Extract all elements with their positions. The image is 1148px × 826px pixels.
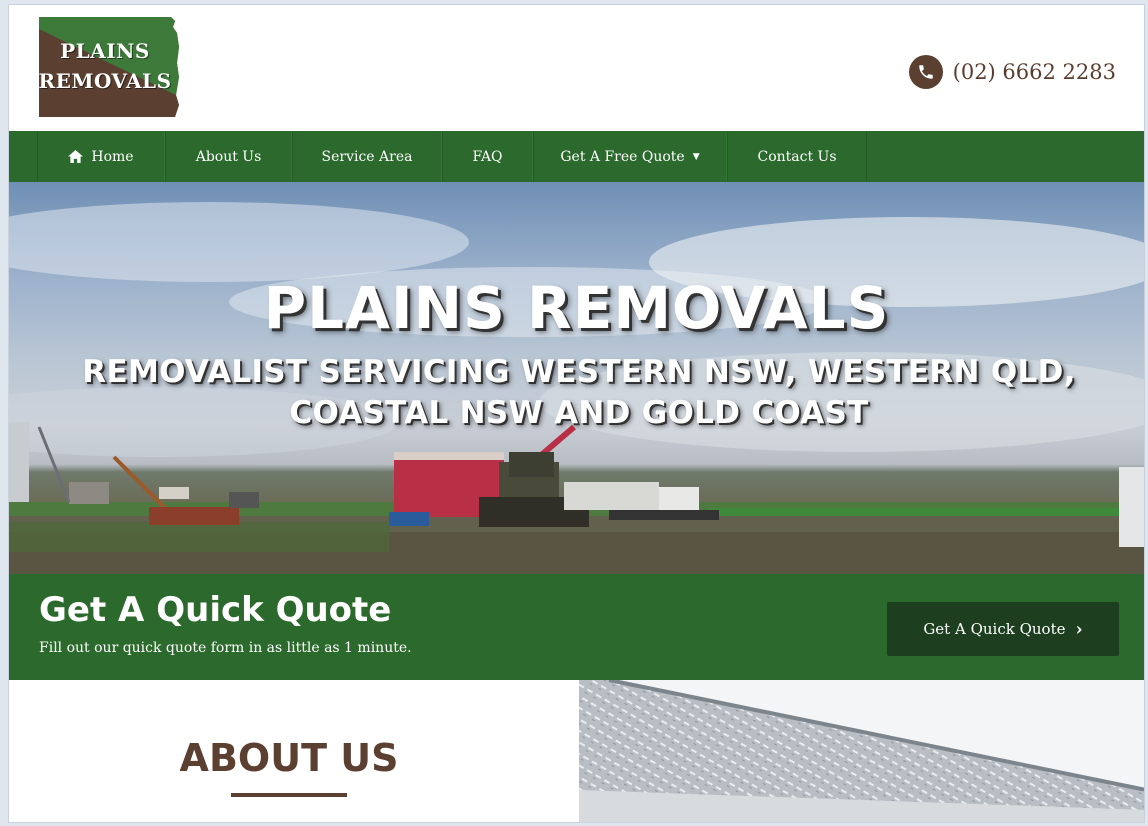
hero-subtitle: REMOVALIST SERVICING WESTERN NSW, WESTER… xyxy=(69,352,1089,434)
phone-icon xyxy=(908,55,943,89)
nav-item-contact-us[interactable]: Contact Us xyxy=(727,131,867,182)
about-image xyxy=(579,680,1144,822)
nav-label-service-area: Service Area xyxy=(321,148,413,165)
nav-item-get-a-free-quote[interactable]: Get A Free Quote ▼ xyxy=(533,131,727,182)
nav-item-home[interactable]: Home xyxy=(37,131,165,182)
hero-subtitle-line1: REMOVALIST SERVICING WESTERN NSW, WESTER… xyxy=(82,354,1076,390)
site-header: PLAINS REMOVALS (02) 6662 2283 xyxy=(9,5,1144,131)
about-section: ABOUT US xyxy=(9,680,579,822)
logo-map-shape xyxy=(39,17,179,117)
hero-title: PLAINS REMOVALS xyxy=(263,274,890,342)
quick-quote-button-label: Get A Quick Quote xyxy=(923,620,1066,638)
home-icon xyxy=(68,150,84,163)
logo-text-line1: PLAINS xyxy=(60,39,150,63)
get-a-quick-quote-button[interactable]: Get A Quick Quote › xyxy=(887,602,1119,656)
logo-text-line2: REMOVALS xyxy=(38,69,172,93)
nav-item-faq[interactable]: FAQ xyxy=(442,131,533,182)
caret-down-icon: ▼ xyxy=(692,151,700,162)
nav-label-about-us: About Us xyxy=(195,148,262,165)
hero-subtitle-line2: COASTAL NSW AND GOLD COAST xyxy=(289,395,869,431)
header-phone[interactable]: (02) 6662 2283 xyxy=(908,55,1116,89)
chevron-right-icon: › xyxy=(1075,618,1083,640)
nav-label-contact-us: Contact Us xyxy=(757,148,837,165)
nav-label-get-a-free-quote: Get A Free Quote xyxy=(560,148,685,165)
main-nav: Home About Us Service Area FAQ Get A Fre… xyxy=(9,131,1144,182)
hero-banner: PLAINS REMOVALS REMOVALIST SERVICING WES… xyxy=(9,182,1144,574)
truck-checkerplate-image xyxy=(579,680,1144,822)
quick-quote-subtitle: Fill out our quick quote form in as litt… xyxy=(39,640,412,656)
about-title: ABOUT US xyxy=(179,736,399,780)
nav-label-faq: FAQ xyxy=(472,148,503,165)
nav-item-about-us[interactable]: About Us xyxy=(165,131,292,182)
phone-number: (02) 6662 2283 xyxy=(952,60,1116,84)
quick-quote-title: Get A Quick Quote xyxy=(39,590,392,630)
about-title-underline xyxy=(231,793,347,797)
site-logo[interactable]: PLAINS REMOVALS xyxy=(38,17,179,117)
browser-viewport: PLAINS REMOVALS (02) 6662 2283 Home Abou… xyxy=(8,4,1145,823)
nav-label-home: Home xyxy=(91,148,134,165)
quick-quote-banner: Get A Quick Quote Fill out our quick quo… xyxy=(9,574,1144,680)
nav-item-service-area[interactable]: Service Area xyxy=(292,131,442,182)
